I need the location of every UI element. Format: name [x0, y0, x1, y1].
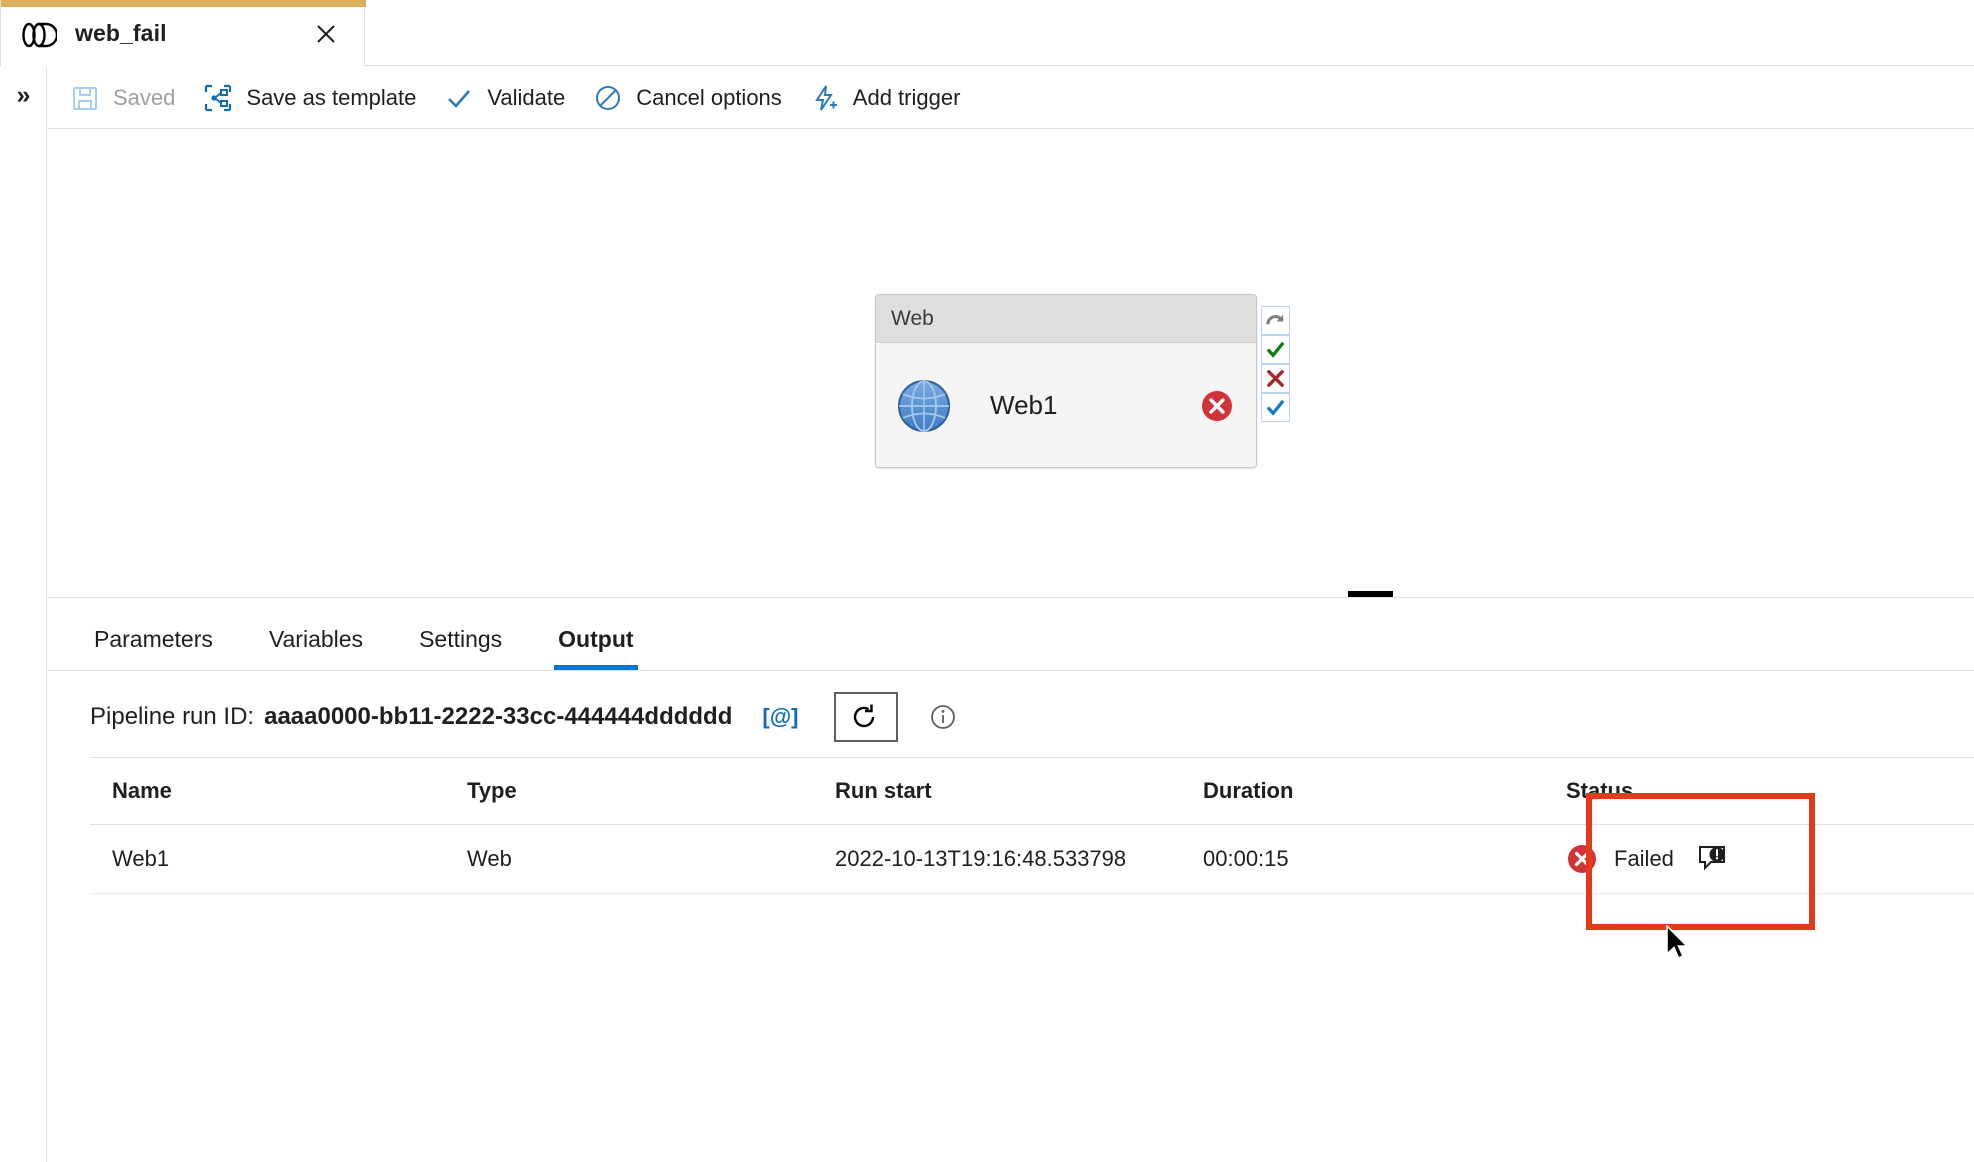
activity-node-name: Web1 [990, 390, 1058, 420]
save-button[interactable]: Saved [70, 76, 175, 120]
tab-strip: web_fail [0, 0, 1974, 66]
tab-settings[interactable]: Settings [415, 626, 506, 670]
left-rail: » [0, 67, 47, 1162]
output-panel: Parameters Variables Settings Output Pip… [48, 599, 1974, 1162]
add-trigger-button[interactable]: Add trigger [810, 76, 961, 120]
save-as-template-label: Save as template [246, 84, 417, 110]
globe-icon [896, 378, 952, 434]
table-header-row: Name Type Run start Duration Status [90, 757, 1974, 825]
activity-runs-table: Name Type Run start Duration Status Web1… [90, 757, 1974, 894]
pipeline-run-id-value: aaaa0000-bb11-2222-33cc-444444dddddd [264, 703, 733, 730]
tab-web-fail[interactable]: web_fail [0, 0, 366, 66]
column-header-duration[interactable]: Duration [1181, 757, 1544, 825]
refresh-icon[interactable] [834, 692, 899, 742]
success-handle[interactable] [1261, 335, 1290, 364]
double-chevron-right-icon[interactable]: » [0, 67, 47, 123]
save-label: Saved [113, 84, 176, 110]
add-trigger-label: Add trigger [852, 84, 961, 110]
status-label: Failed [1614, 846, 1674, 871]
validate-button[interactable]: Validate [444, 76, 565, 120]
checkmark-icon [444, 83, 474, 113]
activity-node-web1[interactable]: Web Web1 [875, 294, 1257, 468]
lightning-plus-icon [810, 83, 840, 113]
info-circle-icon[interactable] [928, 702, 958, 732]
tab-label: web_fail [75, 19, 167, 46]
tab-parameters[interactable]: Parameters [90, 626, 217, 670]
activity-node-category: Web [876, 295, 1256, 343]
cancel-options-label: Cancel options [636, 84, 782, 110]
save-as-template-icon [203, 83, 233, 113]
column-header-status[interactable]: Status [1544, 757, 1974, 825]
error-circle-icon [1566, 843, 1598, 875]
column-header-name[interactable]: Name [90, 757, 445, 825]
cell-run-start: 2022-10-13T19:16:48.533798 [813, 824, 1181, 894]
close-icon[interactable] [306, 14, 346, 54]
cell-status: Failed [1544, 824, 1974, 894]
save-icon [70, 83, 100, 113]
column-header-type[interactable]: Type [445, 757, 813, 825]
panel-splitter-handle[interactable] [1348, 591, 1393, 597]
cell-type: Web [445, 824, 813, 894]
skipped-handle[interactable] [1261, 306, 1290, 335]
activity-runs-table-wrapper: Name Type Run start Duration Status Web1… [90, 757, 1974, 894]
failure-handle[interactable] [1261, 364, 1290, 393]
activity-node-body: Web1 [876, 343, 1256, 467]
pipeline-icon [21, 20, 59, 50]
error-message-icon[interactable] [1696, 844, 1728, 874]
dynamic-content-icon[interactable]: [@] [762, 704, 798, 730]
validate-label: Validate [487, 84, 566, 110]
cell-name: Web1 [90, 824, 445, 894]
cancel-options-button[interactable]: Cancel options [593, 76, 782, 120]
tab-output[interactable]: Output [554, 626, 638, 670]
status-badge: Failed [1566, 843, 1974, 875]
tab-active-accent [1, 0, 366, 7]
command-bar: Saved Save as template Validate Cancel o… [48, 67, 1974, 129]
error-circle-icon [1200, 389, 1234, 423]
cancel-circle-icon [593, 83, 623, 113]
pipeline-run-info: Pipeline run ID: aaaa0000-bb11-2222-33cc… [48, 671, 1974, 742]
pipeline-run-id-label: Pipeline run ID: [90, 703, 255, 730]
table-row[interactable]: Web1 Web 2022-10-13T19:16:48.533798 00:0… [90, 824, 1974, 894]
tab-variables[interactable]: Variables [265, 626, 367, 670]
activity-output-handles [1261, 306, 1290, 422]
cell-duration: 00:00:15 [1181, 824, 1544, 894]
completion-handle[interactable] [1261, 393, 1290, 422]
save-as-template-button[interactable]: Save as template [203, 76, 416, 120]
pipeline-canvas[interactable]: Web Web1 [48, 130, 1974, 598]
column-header-run-start[interactable]: Run start [813, 757, 1181, 825]
panel-tabs: Parameters Variables Settings Output [48, 599, 1974, 671]
